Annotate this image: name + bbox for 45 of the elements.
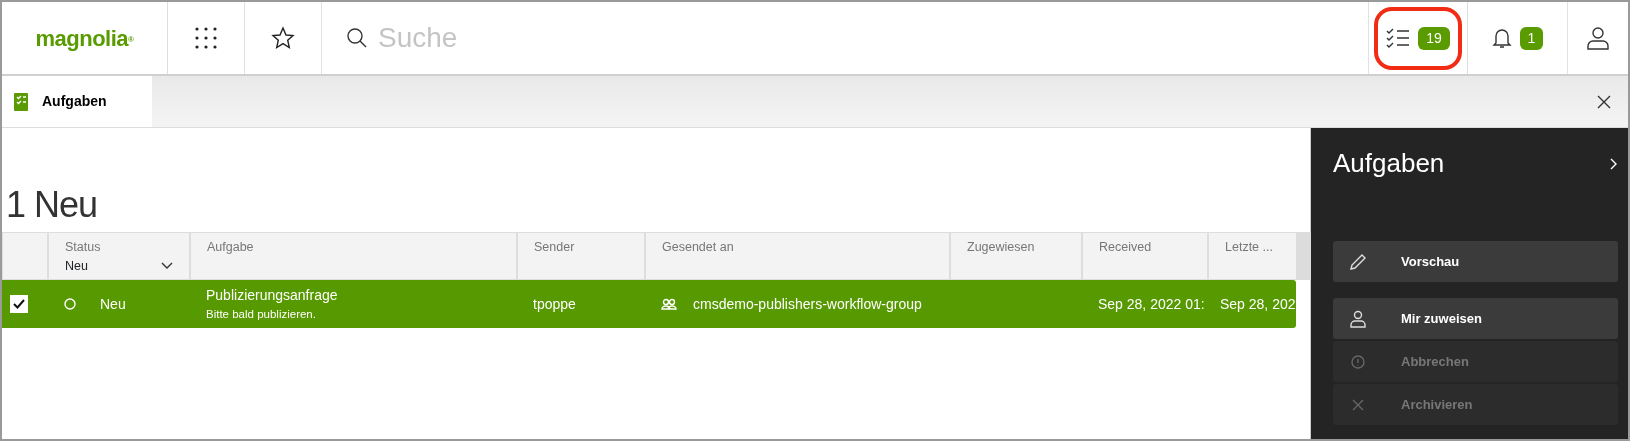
table-cell-text: Sep 28, 2022 01: xyxy=(1097,294,1206,314)
checkbox[interactable] xyxy=(10,295,28,313)
user-icon xyxy=(1349,309,1367,328)
tasks-button[interactable]: 19 xyxy=(1374,6,1462,70)
task-message: Bitte bald publizieren. xyxy=(206,306,316,322)
chevron-right-icon xyxy=(1610,158,1618,171)
bell-icon xyxy=(1491,26,1512,50)
checklist-icon xyxy=(1386,27,1411,49)
panel-title: Aufgaben xyxy=(1333,147,1445,180)
column-header[interactable]: Aufgabe xyxy=(190,232,517,280)
apps-icon xyxy=(194,26,218,50)
group-icon xyxy=(661,298,677,310)
logo[interactable]: magnolia$^{®}$ xyxy=(35,21,134,55)
info-icon xyxy=(1349,352,1367,371)
filter-value: Neu xyxy=(65,257,88,275)
column-header[interactable]: Gesendet an xyxy=(645,232,950,280)
column-header[interactable]: Received xyxy=(1082,232,1208,280)
pencil-icon xyxy=(1349,252,1367,271)
recipient-text: cmsdemo-publishers-workflow-group xyxy=(693,294,922,314)
check-icon xyxy=(13,299,25,309)
user-icon xyxy=(1586,26,1610,50)
heading: 1 Neu xyxy=(5,183,99,227)
star-icon xyxy=(271,26,295,50)
count-badge: 19 xyxy=(1418,26,1450,50)
count-badge: 1 xyxy=(1519,26,1544,50)
column-label: Status xyxy=(65,239,102,256)
table-row[interactable]: Neu Publizierungsanfrage Bitte bald publizieren. tpoppe cmsdemo-publishers-workflow-group Sep 28, 2022 01: Sep 28, 202 xyxy=(2,280,1296,328)
table-cell-text: tpoppe xyxy=(532,294,577,314)
chevron-down-icon xyxy=(161,262,173,271)
scrollbar-track xyxy=(1297,232,1311,280)
task-title: Publizierungsanfrage xyxy=(206,285,338,305)
notifications-button[interactable]: 1 xyxy=(1468,2,1568,74)
search-icon xyxy=(346,27,368,49)
action-button[interactable]: Vorschau xyxy=(1333,241,1618,282)
action-button[interactable]: Mir zuweisen xyxy=(1333,298,1618,339)
close-icon xyxy=(1596,94,1612,111)
table-cell-text: Sep 28, 202 xyxy=(1219,294,1297,314)
tab[interactable]: Aufgaben xyxy=(2,76,152,127)
column-header[interactable]: Sender xyxy=(517,232,645,280)
task-list-icon xyxy=(14,92,28,111)
status-circle-icon xyxy=(64,298,76,310)
status-filter[interactable]: Neu xyxy=(65,256,173,276)
column-header[interactable]: Letzte ... xyxy=(1208,232,1297,280)
column-header[interactable]: Zugewiesen xyxy=(950,232,1082,280)
status-text: Neu xyxy=(100,294,126,314)
